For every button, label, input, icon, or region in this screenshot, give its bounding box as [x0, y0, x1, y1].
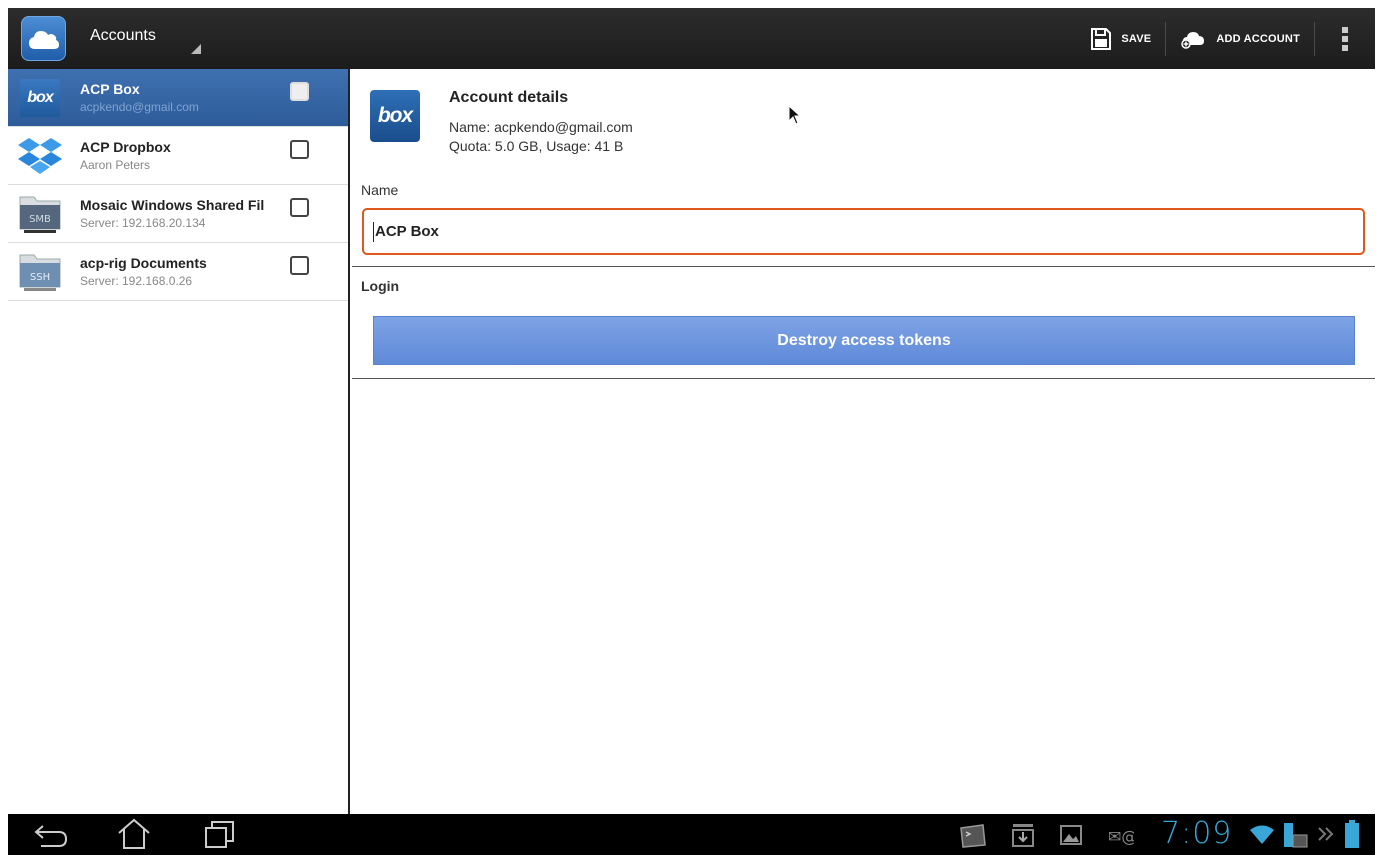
account-name: ACP Dropbox: [80, 139, 171, 155]
svg-text:✉@: ✉@: [1108, 827, 1134, 846]
account-checkbox[interactable]: [290, 256, 309, 275]
account-name: Mosaic Windows Shared Fil: [80, 197, 265, 213]
system-bar: ✉@ 7:09: [8, 814, 1375, 855]
account-name: ACP Box: [80, 81, 140, 97]
accounts-spinner[interactable]: Accounts: [90, 16, 205, 56]
account-subtitle: acpkendo@gmail.com: [80, 100, 199, 114]
account-list: box ACP Box acpkendo@gmail.com ACP Dropb…: [8, 69, 350, 814]
cloud-app-icon[interactable]: [21, 16, 66, 61]
account-item-acp-box[interactable]: box ACP Box acpkendo@gmail.com: [8, 69, 348, 127]
save-label: SAVE: [1121, 32, 1152, 45]
login-label: Login: [361, 278, 400, 294]
account-subtitle: Server: 192.168.0.26: [80, 274, 193, 288]
terminal-notification-icon[interactable]: [958, 823, 988, 849]
add-account-label: ADD ACCOUNT: [1216, 32, 1300, 45]
account-checkbox[interactable]: [290, 140, 309, 159]
overflow-icon: [1342, 26, 1348, 51]
app-title: Accounts: [90, 26, 156, 44]
chevron-right-icon[interactable]: [1316, 824, 1336, 844]
account-quota-line: Quota: 5.0 GB, Usage: 41 B: [449, 138, 624, 154]
account-detail-pane: box Account details Name: acpkendo@gmail…: [352, 69, 1375, 814]
ssh-folder-icon: SSH: [16, 248, 64, 296]
svg-text:SMB: SMB: [29, 214, 51, 225]
battery-icon: [1345, 820, 1359, 848]
add-cloud-icon: [1181, 31, 1205, 49]
gallery-notification-icon[interactable]: [1059, 824, 1083, 846]
account-name: acp-rig Documents: [80, 255, 207, 271]
save-icon: [1091, 27, 1112, 50]
save-button[interactable]: SAVE: [1077, 8, 1165, 69]
destroy-tokens-button[interactable]: Destroy access tokens: [373, 316, 1355, 365]
overflow-menu-button[interactable]: [1315, 26, 1375, 51]
logo-text: box: [377, 104, 413, 127]
svg-text:SSH: SSH: [30, 272, 50, 283]
mail-notification-icon[interactable]: ✉@: [1106, 824, 1134, 846]
account-item-acp-dropbox[interactable]: ACP Dropbox Aaron Peters: [8, 127, 348, 185]
status-clock: 7:09: [1161, 816, 1233, 851]
name-field-value: ACP Box: [375, 223, 439, 240]
divider: [352, 378, 1375, 379]
account-subtitle: Aaron Peters: [80, 158, 151, 172]
text-caret: [373, 221, 374, 242]
divider: [352, 266, 1375, 267]
home-icon[interactable]: [116, 818, 152, 850]
add-account-button[interactable]: ADD ACCOUNT: [1166, 8, 1314, 69]
name-field[interactable]: ACP Box: [362, 208, 1365, 255]
name-label: Name: [361, 182, 399, 198]
account-checkbox[interactable]: [290, 82, 309, 101]
account-subtitle: Server: 192.168.20.134: [80, 216, 206, 230]
account-email-line: Name: acpkendo@gmail.com: [449, 119, 633, 135]
keyboard-battery-icon: [1284, 823, 1308, 848]
download-notification-icon[interactable]: [1011, 822, 1035, 848]
account-checkbox[interactable]: [290, 198, 309, 217]
action-bar: Accounts SAVE ADD ACCOUNT: [8, 8, 1375, 69]
box-logo-icon: box: [370, 90, 420, 142]
spinner-arrow-icon: [191, 43, 201, 54]
box-icon: box: [16, 74, 64, 122]
mouse-cursor-icon: [788, 105, 802, 125]
account-details-title: Account details: [449, 89, 569, 106]
recent-apps-icon[interactable]: [204, 819, 236, 849]
wifi-icon: [1250, 825, 1274, 844]
account-item-acp-rig[interactable]: SSH acp-rig Documents Server: 192.168.0.…: [8, 243, 348, 301]
dropbox-icon: [16, 132, 64, 180]
back-icon[interactable]: [33, 822, 69, 848]
account-item-mosaic-smb[interactable]: SMB Mosaic Windows Shared Fil Server: 19…: [8, 185, 348, 243]
smb-folder-icon: SMB: [16, 190, 64, 238]
